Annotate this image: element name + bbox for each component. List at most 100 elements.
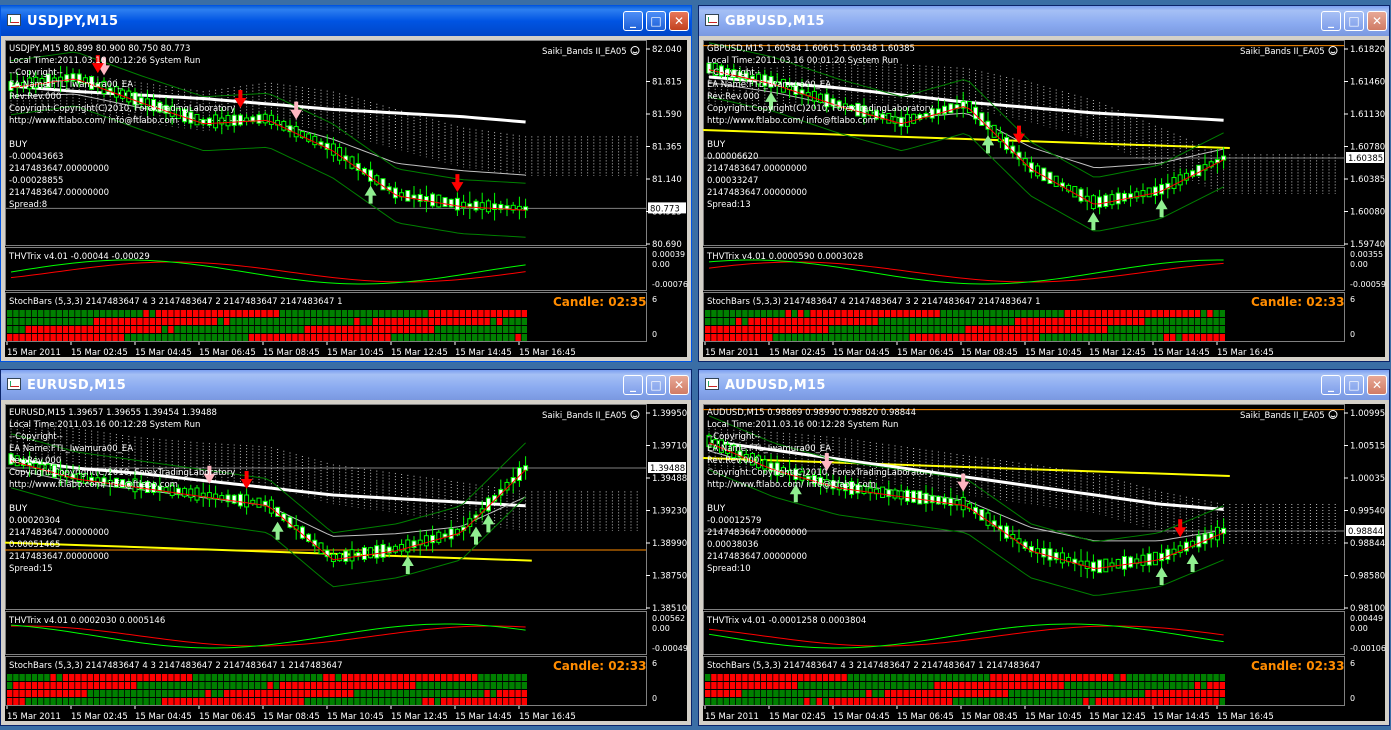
local-time: Local Time:2011.03.16 00:01:20 System Ru… [707, 56, 898, 66]
close-button[interactable]: ✕ [669, 375, 689, 395]
maximize-button[interactable]: □ [646, 375, 666, 395]
maximize-button[interactable]: □ [646, 11, 666, 31]
chart-window-audusd[interactable]: AUDUSD,M15 _ □ ✕ AUDUSD,M15 0.98869 0.98… [698, 369, 1390, 726]
minimize-button[interactable]: _ [623, 11, 643, 31]
title-bar[interactable]: USDJPY,M15 _ □ ✕ [1, 6, 691, 36]
stoch-cell [754, 682, 760, 689]
stoch-cell [1157, 698, 1163, 705]
stoch-cell [711, 682, 717, 689]
candle-body [1115, 558, 1121, 569]
stoch-cell [1157, 682, 1163, 689]
chart-area[interactable]: USDJPY,M15 80.899 80.900 80.750 80.773 Lo… [5, 40, 689, 359]
stoch-cell [329, 698, 335, 705]
stoch-cell [87, 682, 93, 689]
stoch-cell [1070, 690, 1077, 697]
stoch-cell [422, 326, 428, 333]
stoch-cell [1008, 698, 1015, 705]
chart-window-usdjpy[interactable]: USDJPY,M15 _ □ ✕ USDJPY,M15 80.899 80.90… [0, 5, 692, 362]
chart-area[interactable]: GBPUSD,M15 1.60584 1.60615 1.60348 1.603… [703, 40, 1387, 359]
stoch-cell [397, 674, 403, 681]
stoch-cell [391, 326, 397, 333]
stoch-cell [397, 690, 403, 697]
candle-body [436, 194, 442, 208]
stoch-cell [1120, 682, 1126, 689]
stoch-label: StochBars (5,3,3) 2147483647 4 3 2147483… [707, 661, 1040, 671]
stoch-cell [922, 698, 928, 705]
stoch-cell [137, 326, 143, 333]
title-bar[interactable]: EURUSD,M15 _ □ ✕ [1, 370, 691, 400]
stoch-cell [760, 310, 767, 317]
minimize-button[interactable]: _ [623, 375, 643, 395]
stoch-cell [496, 674, 503, 681]
stoch-cell [1114, 326, 1120, 333]
stoch-cell [847, 326, 853, 333]
chart-area[interactable]: AUDUSD,M15 0.98869 0.98990 0.98820 0.988… [703, 404, 1387, 723]
stoch-cell [465, 334, 472, 341]
stoch-cell [453, 698, 459, 705]
close-button[interactable]: ✕ [669, 11, 689, 31]
stoch-cell [50, 310, 56, 317]
stoch-cell [767, 310, 773, 317]
stoch-cell [748, 698, 754, 705]
stoch-cell [255, 698, 261, 705]
price-chart[interactable]: AUDUSD,M15 0.98869 0.98990 0.98820 0.988… [703, 404, 1387, 723]
candle-body [405, 190, 411, 202]
minimize-button[interactable]: _ [1321, 375, 1341, 395]
stoch-cell [93, 310, 100, 317]
price-chart[interactable]: EURUSD,M15 1.39657 1.39655 1.39454 1.394… [5, 404, 689, 723]
stoch-cell [977, 698, 984, 705]
stoch-cell [155, 682, 162, 689]
stoch-cell [13, 682, 19, 689]
stoch-cell [1182, 318, 1188, 325]
thv-red-line [10, 625, 526, 647]
stoch-cell [391, 334, 397, 341]
stoch-cell [928, 334, 934, 341]
stoch-cell [723, 334, 729, 341]
stoch-cell [1033, 326, 1039, 333]
stoch-cell [1120, 310, 1126, 317]
stoch-cell [878, 674, 884, 681]
title-bar[interactable]: GBPUSD,M15 _ □ ✕ [699, 6, 1389, 36]
header: AUDUSD,M15 0.98869 0.98990 0.98820 0.988… [707, 408, 916, 418]
stoch-cell [736, 318, 742, 325]
chart-window-eurusd[interactable]: EURUSD,M15 _ □ ✕ EURUSD,M15 1.39657 1.39… [0, 369, 692, 726]
chart-area[interactable]: EURUSD,M15 1.39657 1.39655 1.39454 1.394… [5, 404, 689, 723]
candle-body [1097, 196, 1103, 208]
maximize-button[interactable]: □ [1344, 11, 1364, 31]
candle-body [126, 90, 132, 103]
stoch-cell [397, 682, 403, 689]
stoch-cell [261, 318, 267, 325]
title-bar[interactable]: AUDUSD,M15 _ □ ✕ [699, 370, 1389, 400]
stoch-cell [853, 674, 860, 681]
price-chart[interactable]: USDJPY,M15 80.899 80.900 80.750 80.773Lo… [5, 40, 689, 359]
stoch-cell [959, 310, 965, 317]
stoch-cell [835, 698, 841, 705]
stoch-cell [428, 690, 434, 697]
stoch-cell [118, 310, 124, 317]
stoch-cell [1219, 326, 1225, 333]
stoch-cell [503, 334, 509, 341]
maximize-button[interactable]: □ [1344, 375, 1364, 395]
candle-body [1214, 526, 1220, 541]
thv-label: THVTrix v4.01 0.0002030 0.0005146 [8, 616, 165, 626]
stoch-cell [521, 334, 527, 341]
stoch-cell [230, 334, 236, 341]
stoch-cell [261, 326, 267, 333]
candle-body [811, 90, 817, 102]
buy-arrow-icon [1087, 212, 1100, 231]
close-button[interactable]: ✕ [1367, 11, 1387, 31]
stoch-cell [1039, 682, 1046, 689]
stoch-cell [822, 682, 829, 689]
stoch-cell [996, 698, 1002, 705]
stoch-cell [428, 334, 434, 341]
stoch-cell [742, 318, 748, 325]
stoch-cell [248, 682, 255, 689]
stoch-cell [1132, 682, 1139, 689]
stoch-cell [44, 682, 50, 689]
stoch-cell [453, 674, 459, 681]
close-button[interactable]: ✕ [1367, 375, 1387, 395]
price-chart[interactable]: GBPUSD,M15 1.60584 1.60615 1.60348 1.603… [703, 40, 1387, 359]
chart-window-gbpusd[interactable]: GBPUSD,M15 _ □ ✕ GBPUSD,M15 1.60584 1.60… [698, 5, 1390, 362]
minimize-button[interactable]: _ [1321, 11, 1341, 31]
ea-label: Saiki_Bands II_EA05 [1240, 47, 1325, 57]
